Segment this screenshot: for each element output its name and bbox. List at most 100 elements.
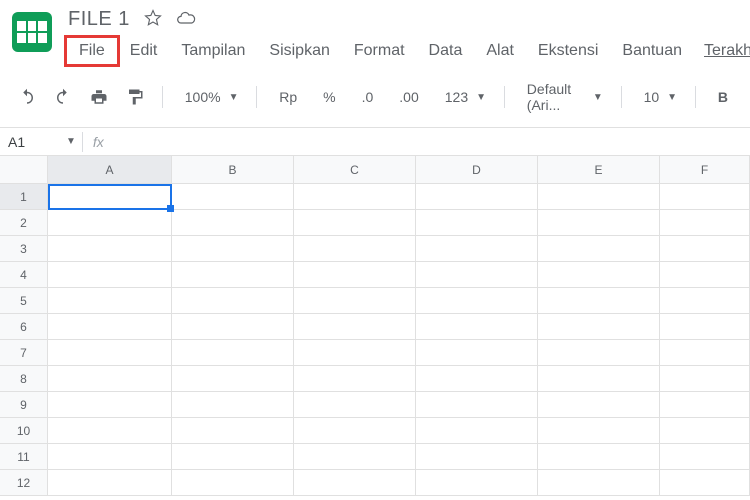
cell-A9[interactable] — [48, 392, 172, 418]
cell-A3[interactable] — [48, 236, 172, 262]
cell-D12[interactable] — [416, 470, 538, 496]
cell-C8[interactable] — [294, 366, 416, 392]
cell-E9[interactable] — [538, 392, 660, 418]
redo-button[interactable] — [48, 84, 78, 110]
cell-C3[interactable] — [294, 236, 416, 262]
percent-button[interactable]: % — [313, 83, 345, 111]
cell-F9[interactable] — [660, 392, 750, 418]
cell-F6[interactable] — [660, 314, 750, 340]
cell-B8[interactable] — [172, 366, 294, 392]
column-header-c[interactable]: C — [294, 156, 416, 184]
row-header-9[interactable]: 9 — [0, 392, 48, 418]
cell-A2[interactable] — [48, 210, 172, 236]
cell-A6[interactable] — [48, 314, 172, 340]
cell-F10[interactable] — [660, 418, 750, 444]
cell-E10[interactable] — [538, 418, 660, 444]
column-header-a[interactable]: A — [48, 156, 172, 184]
cell-D7[interactable] — [416, 340, 538, 366]
font-dropdown[interactable]: Default (Ari...▼ — [517, 75, 609, 119]
cell-B12[interactable] — [172, 470, 294, 496]
cell-F7[interactable] — [660, 340, 750, 366]
cell-B9[interactable] — [172, 392, 294, 418]
cell-A10[interactable] — [48, 418, 172, 444]
cell-F11[interactable] — [660, 444, 750, 470]
document-title[interactable]: FILE 1 — [68, 8, 130, 31]
cell-C5[interactable] — [294, 288, 416, 314]
cell-F2[interactable] — [660, 210, 750, 236]
paint-format-button[interactable] — [120, 84, 150, 110]
cell-B6[interactable] — [172, 314, 294, 340]
cell-D5[interactable] — [416, 288, 538, 314]
cell-E4[interactable] — [538, 262, 660, 288]
cloud-icon[interactable] — [176, 8, 196, 31]
menu-help[interactable]: Bantuan — [610, 38, 694, 64]
cell-F4[interactable] — [660, 262, 750, 288]
menu-view[interactable]: Tampilan — [169, 38, 257, 64]
cell-F5[interactable] — [660, 288, 750, 314]
cell-D6[interactable] — [416, 314, 538, 340]
zoom-dropdown[interactable]: 100%▼ — [175, 83, 245, 111]
name-box-arrow-icon[interactable]: ▼ — [60, 136, 82, 147]
font-size-dropdown[interactable]: 10▼ — [634, 83, 683, 111]
menu-extensions[interactable]: Ekstensi — [526, 38, 610, 64]
select-all-corner[interactable] — [0, 156, 48, 184]
print-button[interactable] — [84, 84, 114, 110]
cell-C7[interactable] — [294, 340, 416, 366]
cell-D4[interactable] — [416, 262, 538, 288]
more-formats-dropdown[interactable]: 123▼ — [435, 83, 492, 111]
cell-A5[interactable] — [48, 288, 172, 314]
cell-D2[interactable] — [416, 210, 538, 236]
row-header-7[interactable]: 7 — [0, 340, 48, 366]
row-header-11[interactable]: 11 — [0, 444, 48, 470]
row-header-10[interactable]: 10 — [0, 418, 48, 444]
cell-B5[interactable] — [172, 288, 294, 314]
cell-C9[interactable] — [294, 392, 416, 418]
cell-B4[interactable] — [172, 262, 294, 288]
cell-F3[interactable] — [660, 236, 750, 262]
menu-data[interactable]: Data — [417, 38, 475, 64]
row-header-1[interactable]: 1 — [0, 184, 48, 210]
decrease-decimal-button[interactable]: .0 — [352, 83, 384, 111]
cell-E1[interactable] — [538, 184, 660, 210]
row-header-5[interactable]: 5 — [0, 288, 48, 314]
column-header-b[interactable]: B — [172, 156, 294, 184]
cell-E3[interactable] — [538, 236, 660, 262]
row-header-4[interactable]: 4 — [0, 262, 48, 288]
row-header-3[interactable]: 3 — [0, 236, 48, 262]
cell-E5[interactable] — [538, 288, 660, 314]
menu-format[interactable]: Format — [342, 38, 417, 64]
cell-C4[interactable] — [294, 262, 416, 288]
cell-E12[interactable] — [538, 470, 660, 496]
cell-C6[interactable] — [294, 314, 416, 340]
currency-button[interactable]: Rp — [269, 83, 307, 111]
menu-edit[interactable]: Edit — [118, 38, 170, 64]
star-icon[interactable] — [144, 9, 162, 30]
cell-A1[interactable] — [48, 184, 172, 210]
cell-C2[interactable] — [294, 210, 416, 236]
row-header-8[interactable]: 8 — [0, 366, 48, 392]
cell-E2[interactable] — [538, 210, 660, 236]
cell-D1[interactable] — [416, 184, 538, 210]
cell-C1[interactable] — [294, 184, 416, 210]
menu-tools[interactable]: Alat — [474, 38, 526, 64]
cell-C11[interactable] — [294, 444, 416, 470]
menu-insert[interactable]: Sisipkan — [257, 38, 341, 64]
row-header-6[interactable]: 6 — [0, 314, 48, 340]
column-header-e[interactable]: E — [538, 156, 660, 184]
cell-E8[interactable] — [538, 366, 660, 392]
cell-C12[interactable] — [294, 470, 416, 496]
cell-B3[interactable] — [172, 236, 294, 262]
last-edit-link[interactable]: Terakh — [704, 42, 750, 60]
cell-B2[interactable] — [172, 210, 294, 236]
column-header-f[interactable]: F — [660, 156, 750, 184]
cell-B10[interactable] — [172, 418, 294, 444]
cell-F1[interactable] — [660, 184, 750, 210]
cell-F12[interactable] — [660, 470, 750, 496]
cell-A11[interactable] — [48, 444, 172, 470]
row-header-12[interactable]: 12 — [0, 470, 48, 496]
row-header-2[interactable]: 2 — [0, 210, 48, 236]
cell-F8[interactable] — [660, 366, 750, 392]
bold-button[interactable]: B — [708, 83, 738, 111]
name-box[interactable]: A1 — [0, 130, 60, 154]
column-header-d[interactable]: D — [416, 156, 538, 184]
